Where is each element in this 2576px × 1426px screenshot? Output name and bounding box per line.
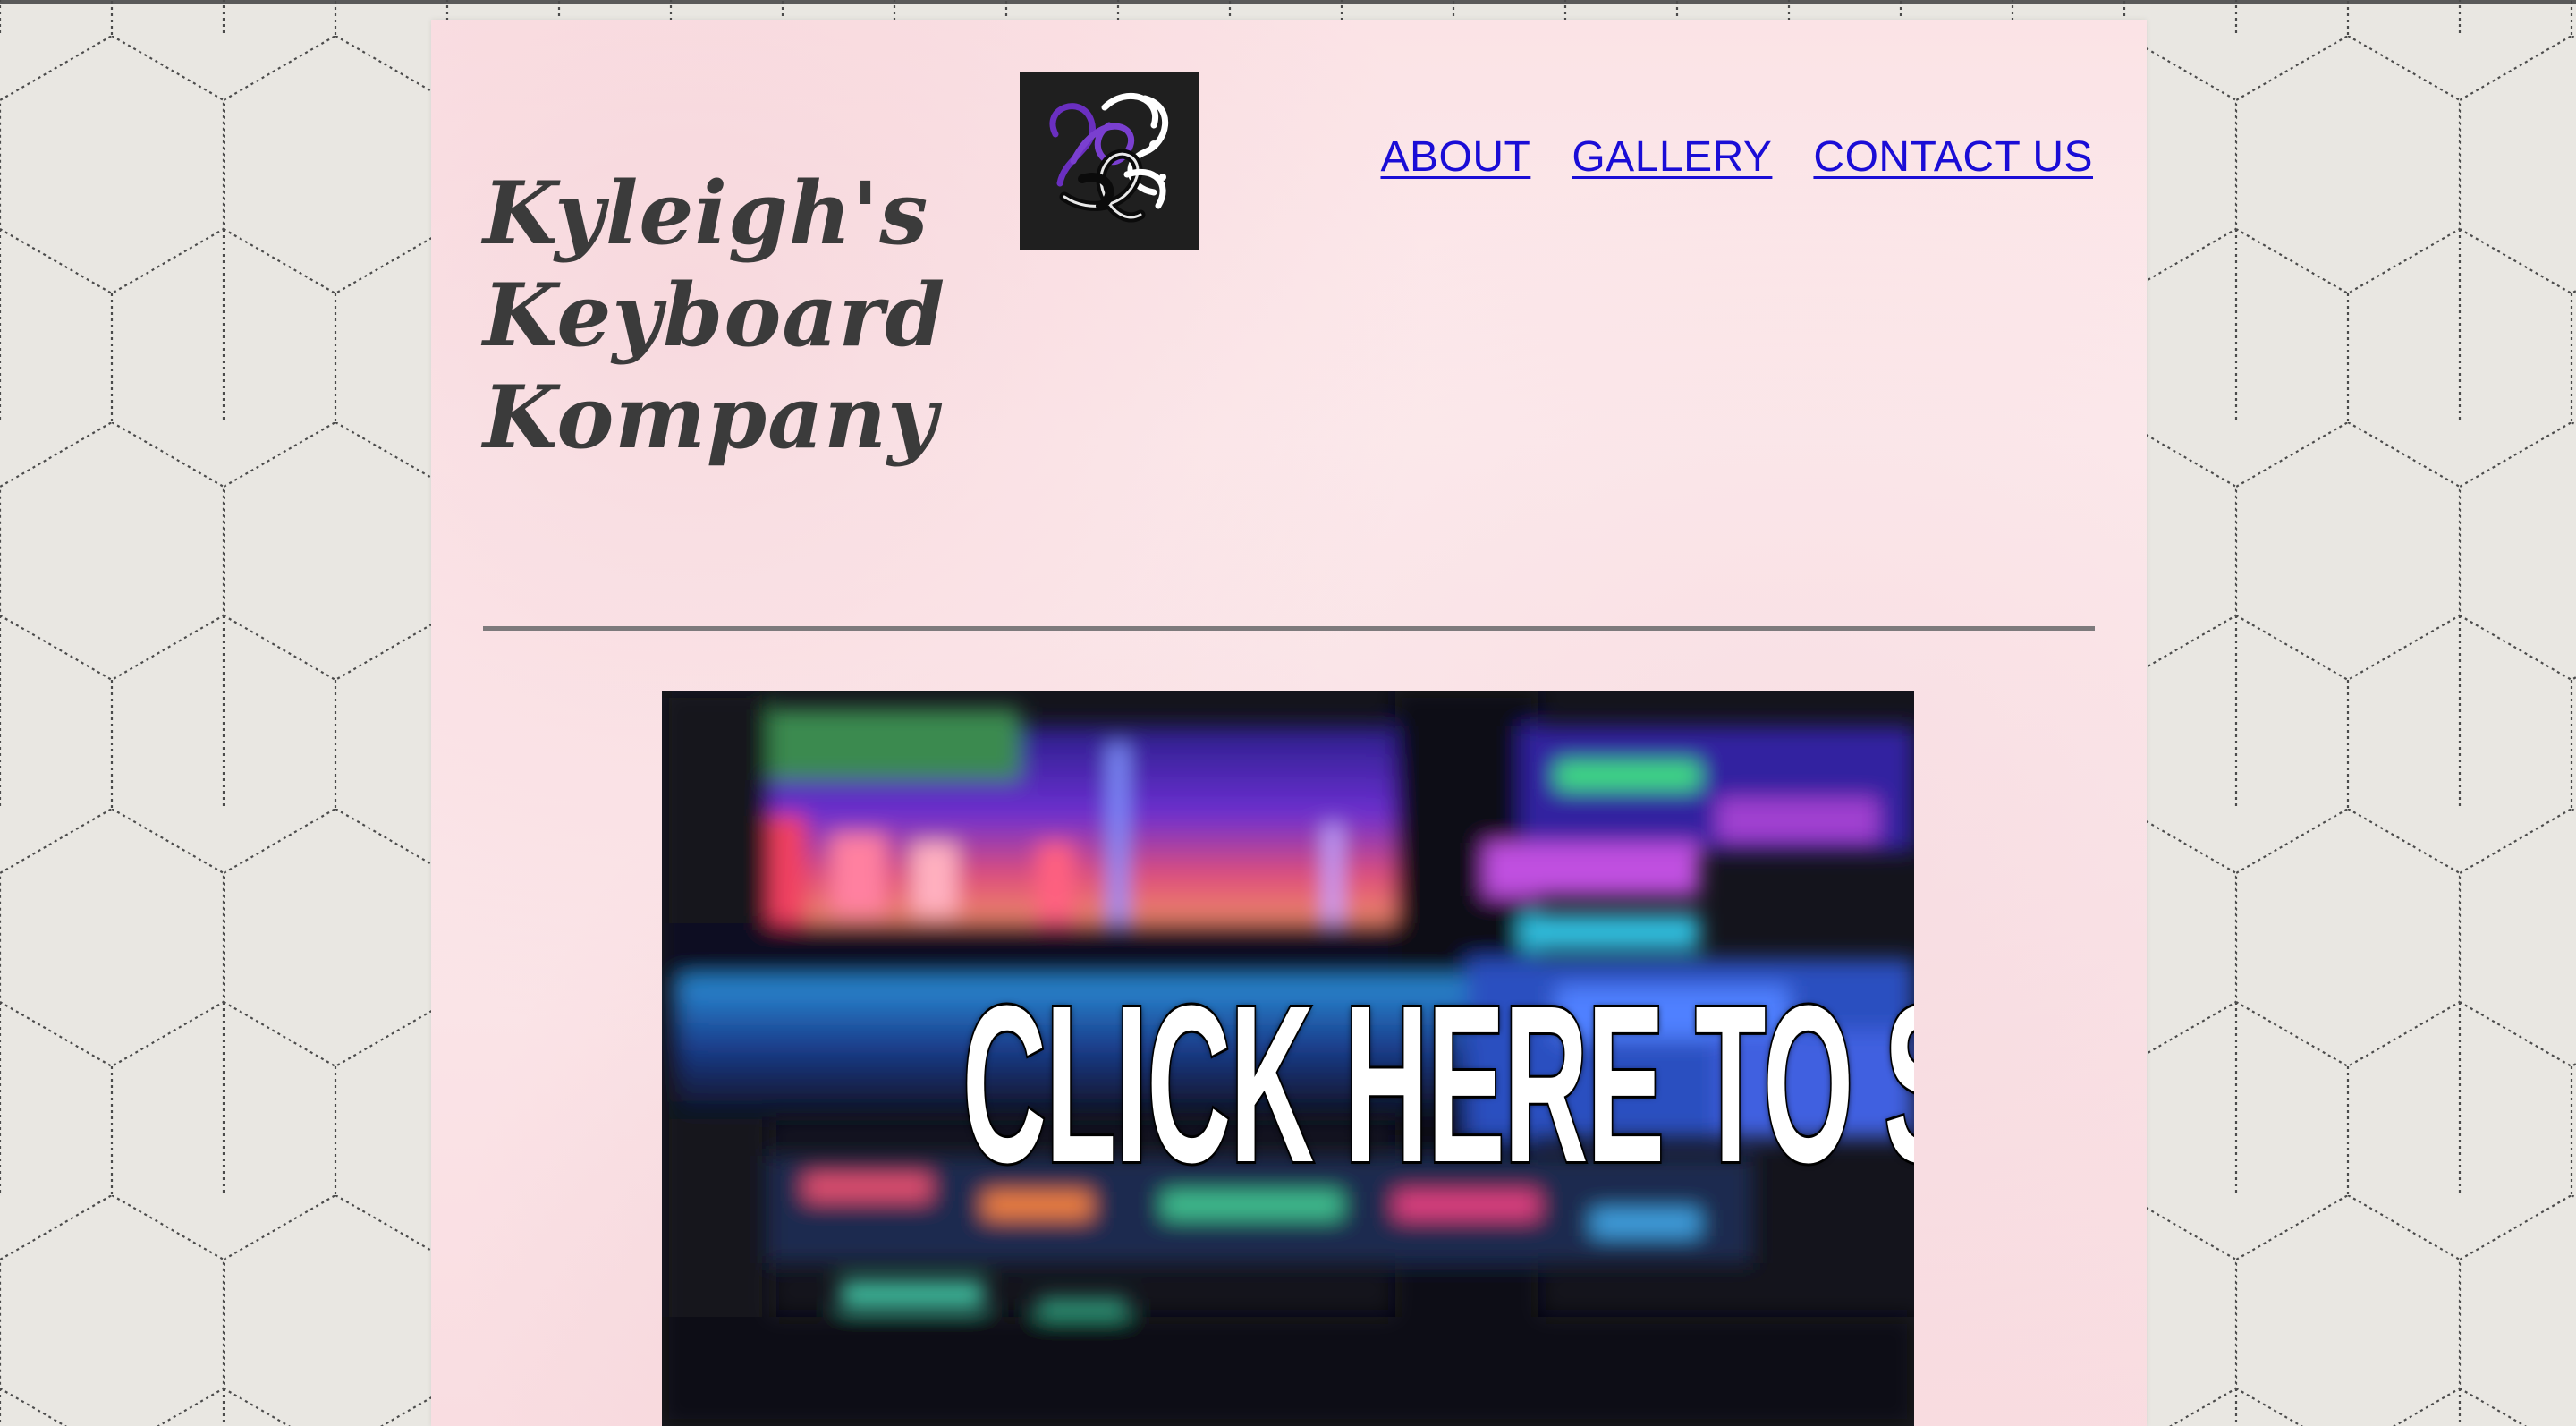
site-title-line-1: Kyleigh's (483, 163, 929, 264)
shop-banner[interactable]: CLICK HERE TO SHOP (662, 691, 1914, 1426)
site-title-line-3: Kompany (483, 367, 938, 468)
site-title-line-2: Keyboard (483, 265, 946, 366)
nav-link-gallery[interactable]: GALLERY (1572, 132, 1772, 182)
knot-logo-icon (1020, 72, 1199, 250)
site-title: Kyleigh's Keyboard Kompany (483, 163, 984, 469)
site-content-panel: Kyleigh's Keyboard Kompany ABOUT GALLERY… (431, 20, 2147, 1426)
shop-banner-text: CLICK HERE TO SHOP (961, 959, 1914, 1209)
nav-link-contact-us[interactable]: CONTACT US (1813, 132, 2093, 182)
header-divider (483, 626, 2095, 631)
main-navigation: ABOUT GALLERY CONTACT US (1380, 132, 2093, 182)
site-logo[interactable] (1020, 72, 1199, 250)
nav-link-about[interactable]: ABOUT (1380, 132, 1530, 182)
